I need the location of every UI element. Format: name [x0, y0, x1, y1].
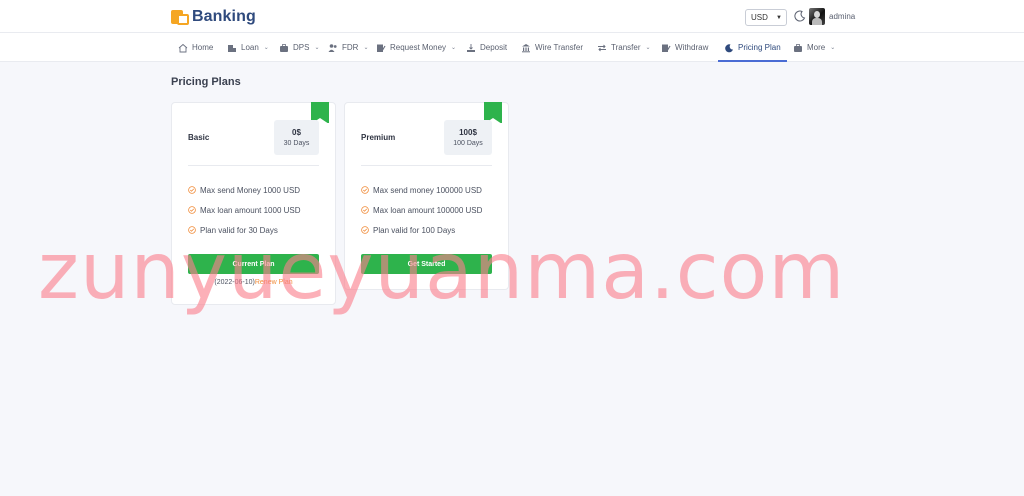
- plan-price: 100$: [459, 128, 477, 137]
- price-box: 100$ 100 Days: [444, 120, 492, 155]
- nav-withdraw[interactable]: Withdraw: [661, 33, 708, 62]
- plan-name: Basic: [188, 133, 210, 142]
- list-item: Plan valid for 100 Days: [361, 225, 482, 235]
- check-circle-icon: [188, 186, 196, 194]
- current-plan-button[interactable]: Current Plan: [188, 254, 319, 274]
- chevron-down-icon: ⌄: [645, 45, 651, 51]
- nav-more[interactable]: More ⌄: [793, 33, 835, 62]
- exchange-icon: [598, 44, 606, 51]
- bank-icon: [522, 43, 530, 52]
- home-icon: [178, 43, 188, 52]
- list-item: Max send money 100000 USD: [361, 185, 482, 195]
- nav-loan[interactable]: Loan ⌄: [227, 33, 269, 62]
- brand-name: Banking: [192, 8, 256, 25]
- deposit-icon: [467, 43, 475, 52]
- divider: [361, 165, 492, 166]
- renew-plan-link[interactable]: Renew Plan: [255, 279, 293, 286]
- check-circle-icon: [361, 206, 369, 214]
- list-item: Max send Money 1000 USD: [188, 185, 301, 195]
- chevron-down-icon: ⌄: [830, 45, 836, 51]
- chevron-down-icon: ▼: [776, 14, 782, 21]
- brand-logo[interactable]: Banking: [171, 6, 256, 28]
- username[interactable]: admina: [829, 12, 855, 21]
- plan-name: Premium: [361, 133, 396, 142]
- avatar[interactable]: [809, 8, 825, 25]
- nav-deposit[interactable]: Deposit: [466, 33, 507, 62]
- list-item: Max loan amount 1000 USD: [188, 205, 301, 215]
- nav-home[interactable]: Home: [178, 33, 213, 62]
- check-circle-icon: [188, 226, 196, 234]
- get-started-button[interactable]: Get Started: [361, 254, 492, 274]
- check-circle-icon: [361, 186, 369, 194]
- list-item: Max loan amount 100000 USD: [361, 205, 482, 215]
- bank-logo-icon: [171, 8, 189, 26]
- plan-card-basic: Basic 0$ 30 Days Max send Money 1000 USD…: [171, 102, 336, 305]
- feature-list: Max send Money 1000 USD Max loan amount …: [188, 185, 301, 245]
- nav-pricing-plan[interactable]: Pricing Plan: [718, 33, 787, 62]
- feature-list: Max send money 100000 USD Max loan amoun…: [361, 185, 482, 245]
- nav-dps[interactable]: DPS ⌄: [279, 33, 319, 62]
- briefcase-icon: [794, 43, 802, 52]
- plan-card-premium: Premium 100$ 100 Days Max send money 100…: [344, 102, 509, 290]
- renew-date: (2022-06-10): [214, 279, 255, 286]
- building-icon: [228, 44, 236, 52]
- nav-transfer[interactable]: Transfer ⌄: [597, 33, 651, 62]
- currency-select[interactable]: USD ▼: [745, 9, 787, 26]
- edit-icon: [377, 44, 386, 52]
- renew-line: (2022-06-10)Renew Plan: [172, 279, 335, 286]
- divider: [188, 165, 319, 166]
- nav-fdr[interactable]: FDR ⌄: [328, 33, 368, 62]
- nav-request-money[interactable]: Request Money ⌄: [376, 33, 456, 62]
- edit-icon: [662, 44, 671, 52]
- nav-wire-transfer[interactable]: Wire Transfer: [521, 33, 583, 62]
- page-title: Pricing Plans: [171, 76, 241, 88]
- chevron-down-icon: ⌄: [363, 45, 369, 51]
- plan-duration: 30 Days: [283, 140, 310, 147]
- check-circle-icon: [188, 206, 196, 214]
- plan-price: 0$: [292, 128, 301, 137]
- briefcase-icon: [280, 43, 288, 52]
- main-nav: Home Loan ⌄ DPS ⌄ FDR ⌄ Request Money ⌄ Depo…: [0, 33, 1024, 62]
- dark-mode-toggle-icon[interactable]: [794, 10, 806, 22]
- check-circle-icon: [361, 226, 369, 234]
- top-bar: Banking USD ▼ admina: [0, 0, 1024, 33]
- chevron-down-icon: ⌄: [263, 45, 269, 51]
- price-box: 0$ 30 Days: [274, 120, 319, 155]
- moon-icon: [725, 43, 733, 52]
- users-icon: [328, 43, 337, 52]
- currency-value: USD: [751, 13, 768, 22]
- chevron-down-icon: ⌄: [314, 45, 320, 51]
- plan-duration: 100 Days: [453, 140, 483, 147]
- list-item: Plan valid for 30 Days: [188, 225, 301, 235]
- chevron-down-icon: ⌄: [451, 45, 457, 51]
